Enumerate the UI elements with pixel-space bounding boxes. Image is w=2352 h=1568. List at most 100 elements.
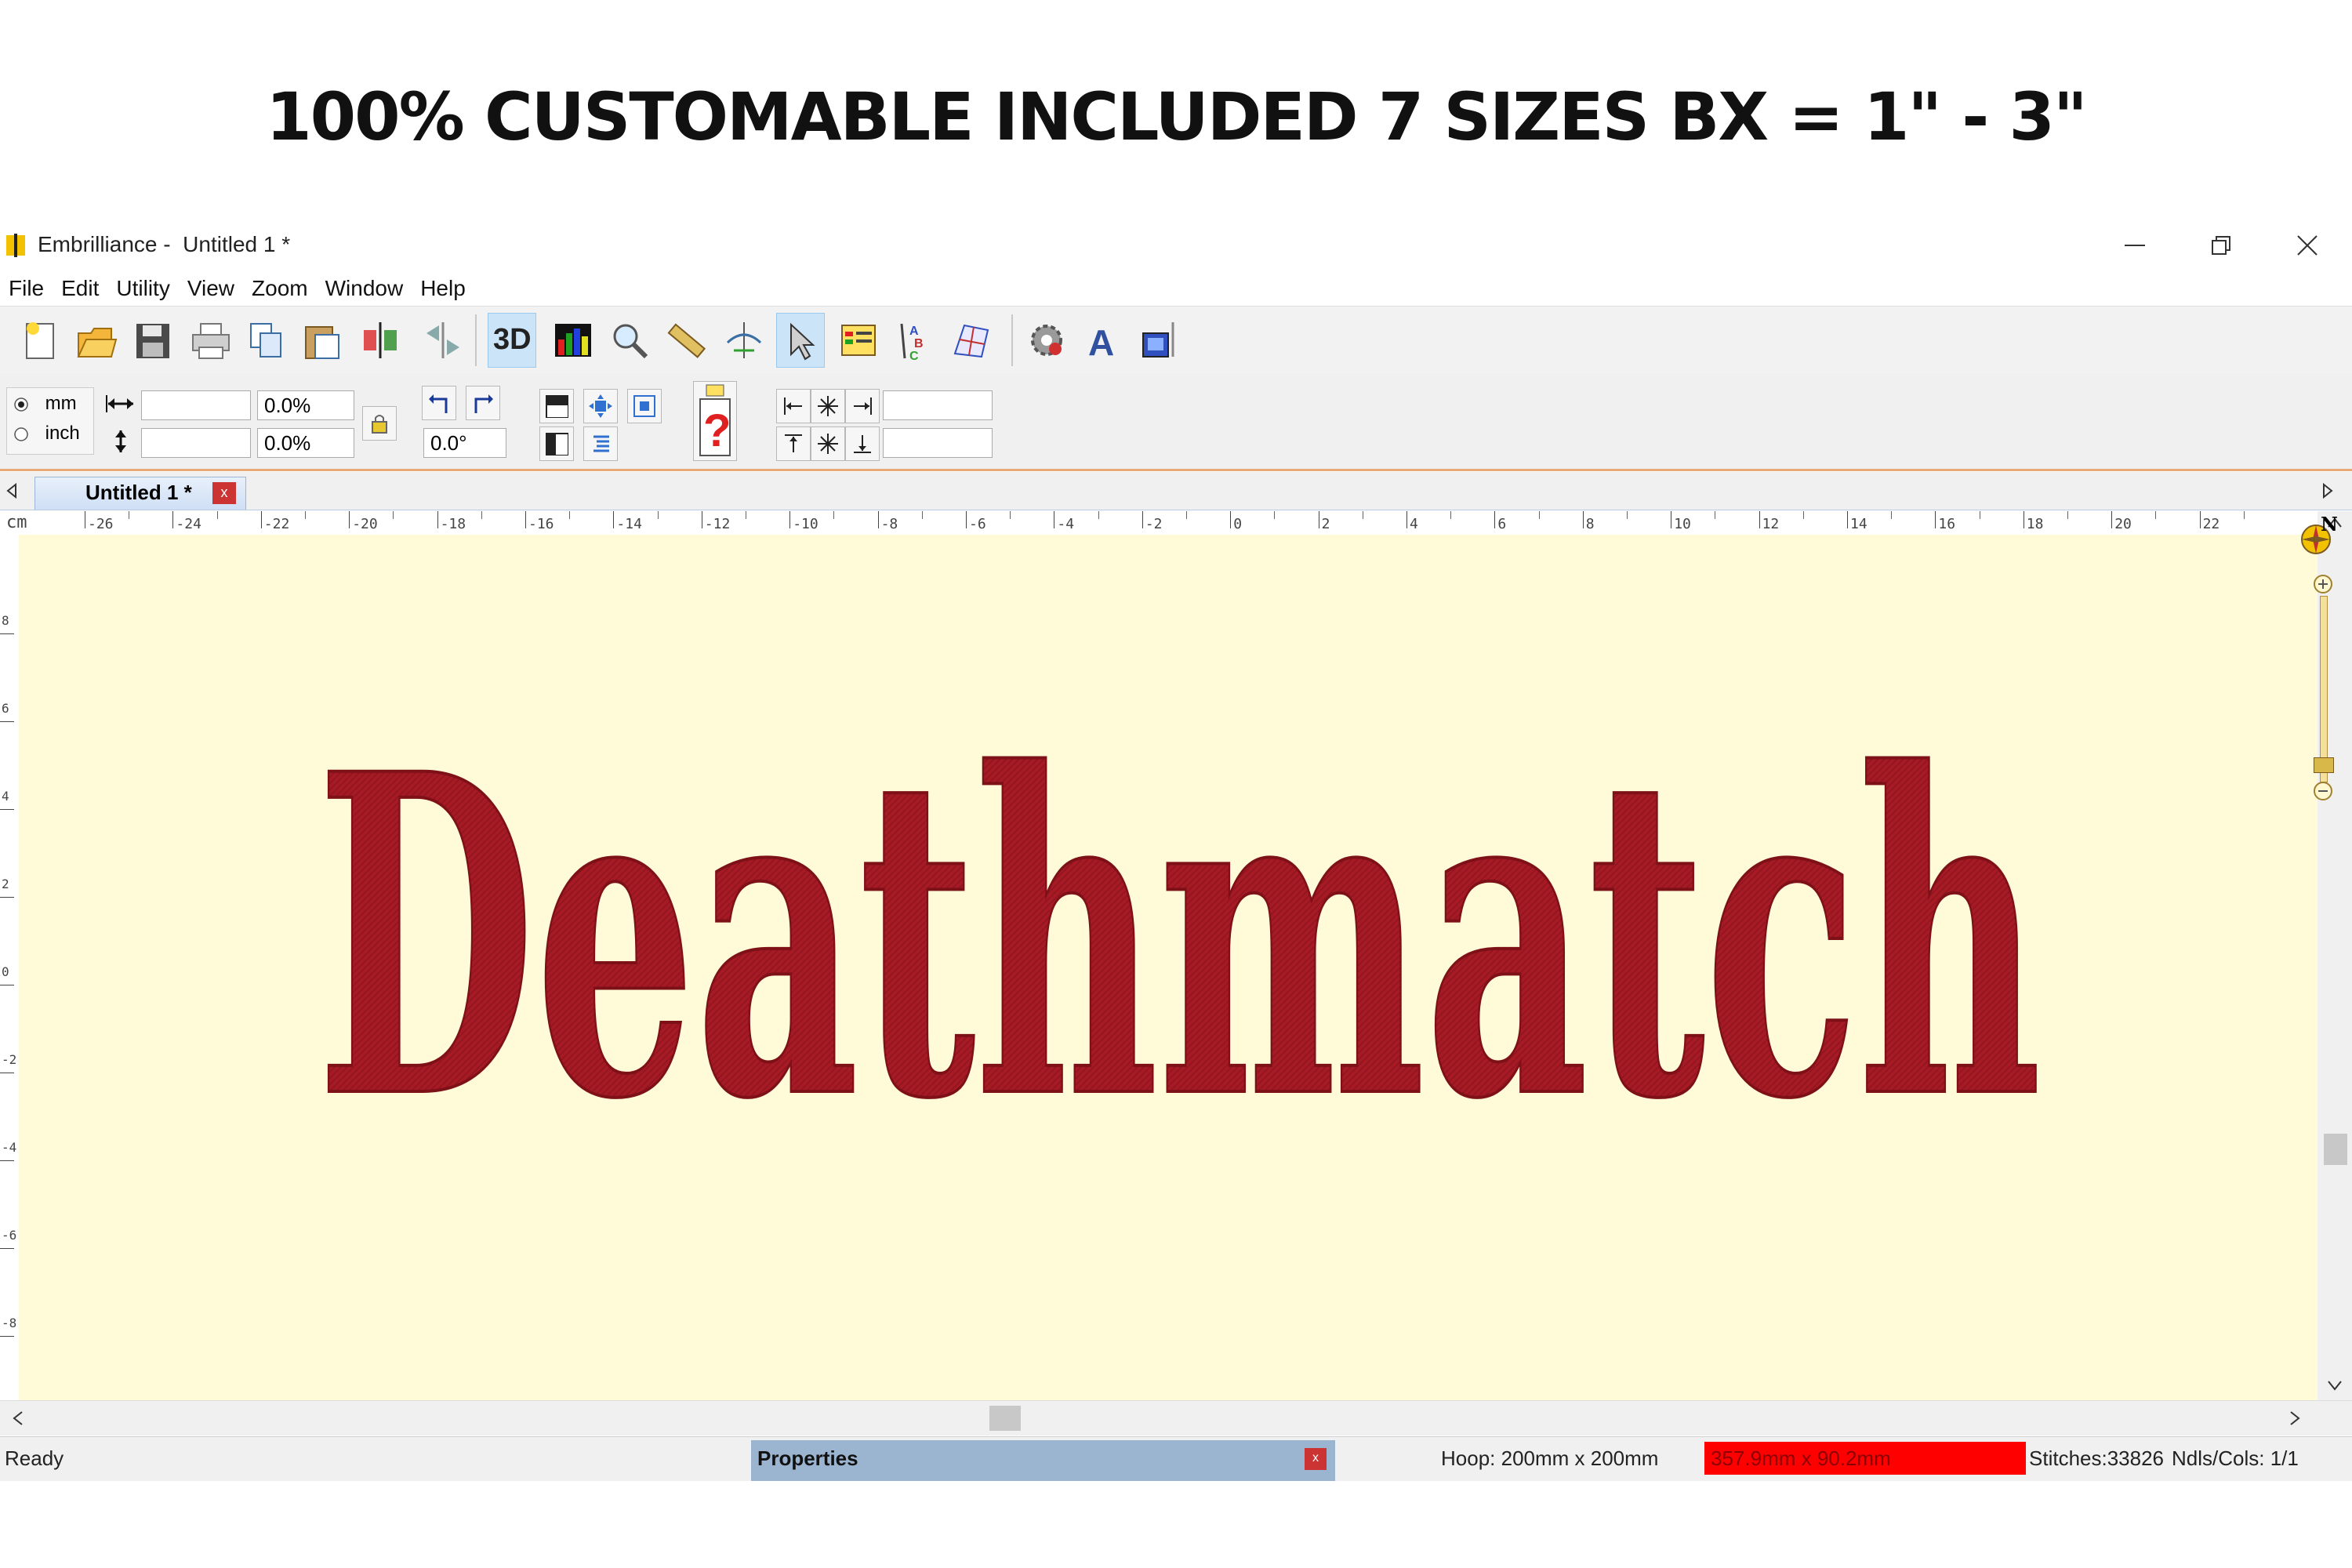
menu-zoom[interactable]: Zoom — [243, 271, 317, 306]
spacing-left-icon — [784, 397, 802, 415]
ruler-label: -12 — [704, 516, 731, 532]
horizontal-scroll-thumb[interactable] — [989, 1406, 1021, 1431]
ruler-minor-tick — [1186, 511, 1187, 519]
ruler-minor-tick — [2067, 511, 2068, 519]
properties-panel-button[interactable] — [834, 313, 883, 368]
design-canvas[interactable]: Deathmatch — [19, 535, 2318, 1400]
zoom-out-icon[interactable] — [2311, 779, 2335, 803]
tab-scroll-right-icon[interactable] — [2321, 483, 2333, 499]
measure-button[interactable] — [662, 313, 710, 368]
select-pointer-button[interactable] — [776, 313, 825, 368]
ruler-minor-tick — [1010, 511, 1011, 519]
ruler-label: -6 — [969, 516, 986, 532]
text-tool-button[interactable]: A — [1080, 313, 1129, 368]
embroidery-design[interactable]: Deathmatch — [317, 684, 2042, 1123]
spacing-up-button[interactable] — [776, 426, 811, 461]
save-button[interactable] — [129, 313, 177, 368]
minimize-button[interactable] — [2093, 216, 2180, 276]
align-left-button[interactable] — [539, 426, 574, 461]
tab-label: Untitled 1 * — [85, 481, 192, 504]
scroll-down-icon[interactable] — [2327, 1380, 2343, 1392]
main-toolbar: 3D ABC A — [0, 306, 2352, 375]
unit-mm-label: mm — [45, 393, 77, 414]
align-top-button[interactable] — [539, 389, 574, 423]
vertical-scroll-thumb[interactable] — [2324, 1134, 2347, 1165]
fit-hoop-icon — [633, 395, 655, 417]
mirror-horizontal-button[interactable] — [419, 313, 467, 368]
spacing-right-button[interactable] — [845, 389, 880, 423]
vertical-ruler-label: 6 — [2, 701, 9, 716]
unit-mm-radio[interactable]: mm — [13, 393, 77, 415]
rotate-right-button[interactable] — [466, 386, 500, 420]
settings-button[interactable] — [1022, 313, 1071, 368]
vertical-ruler-tick — [0, 633, 14, 634]
menu-view[interactable]: View — [179, 271, 243, 306]
width-input[interactable] — [141, 390, 251, 420]
ruler-minor-tick — [569, 511, 571, 519]
units-group: mm inch — [6, 387, 94, 455]
tab-close-button[interactable]: x — [212, 482, 236, 504]
mirror-vertical-button[interactable] — [356, 313, 405, 368]
fit-hoop-button[interactable] — [627, 389, 662, 423]
ruler-label: -4 — [1057, 516, 1075, 532]
spacing-down-button[interactable] — [845, 426, 880, 461]
ruler-label: 18 — [2026, 516, 2044, 532]
print-button[interactable] — [187, 313, 235, 368]
spacing-left-button[interactable] — [776, 389, 811, 423]
spacing-top-input[interactable] — [883, 390, 993, 420]
color-sort-button[interactable] — [549, 313, 597, 368]
ruler-label: -20 — [352, 516, 378, 532]
scroll-right-icon[interactable] — [2289, 1410, 2302, 1426]
paste-button[interactable] — [298, 313, 347, 368]
properties-panel-header[interactable]: Properties x — [751, 1440, 1335, 1481]
tab-untitled-1[interactable]: Untitled 1 * x — [34, 477, 246, 510]
ruler-tick — [1406, 511, 1407, 528]
rotate-left-button[interactable] — [422, 386, 456, 420]
compass-button[interactable]: N — [2294, 513, 2338, 560]
sew-simulator-button[interactable] — [1135, 313, 1184, 368]
ruler-minor-tick — [1274, 511, 1276, 519]
menu-file[interactable]: File — [0, 271, 53, 306]
spacing-bottom-input[interactable] — [883, 428, 993, 458]
scroll-left-icon[interactable] — [11, 1410, 24, 1426]
menu-edit[interactable]: Edit — [53, 271, 107, 306]
menu-help[interactable]: Help — [412, 271, 474, 306]
zoom-in-icon[interactable] — [2311, 572, 2335, 596]
spacing-center-button[interactable] — [811, 389, 845, 423]
stitch-player-button[interactable] — [720, 313, 768, 368]
spell-text-button[interactable]: ABC — [891, 313, 939, 368]
ruler-tick — [1582, 511, 1584, 528]
center-design-button[interactable] — [583, 389, 618, 423]
close-window-button[interactable] — [2266, 216, 2352, 276]
zoom-slider-thumb[interactable] — [2314, 757, 2334, 773]
menu-utility[interactable]: Utility — [107, 271, 178, 306]
spacing-middle-button[interactable] — [811, 426, 845, 461]
height-input[interactable] — [141, 428, 251, 458]
vertical-ruler-tick — [0, 1160, 14, 1161]
properties-close-button[interactable]: x — [1305, 1448, 1327, 1470]
document-tab-bar: Untitled 1 * x — [0, 472, 2352, 510]
copy-button[interactable] — [241, 313, 290, 368]
rotation-input[interactable]: 0.0° — [423, 428, 506, 458]
unit-inch-radio[interactable]: inch — [13, 423, 80, 445]
spacing-center-icon — [818, 396, 838, 416]
tab-scroll-left-icon[interactable] — [6, 483, 19, 499]
fabric-grid-button[interactable] — [947, 313, 996, 368]
width-percent-input[interactable]: 0.0% — [257, 390, 354, 420]
zoom-button[interactable] — [605, 313, 654, 368]
restore-button[interactable] — [2180, 216, 2266, 276]
open-button[interactable] — [72, 313, 121, 368]
svg-text:C: C — [909, 350, 919, 361]
zoom-slider[interactable] — [2311, 572, 2335, 808]
ruler-label: 6 — [1497, 516, 1507, 532]
list-order-button[interactable] — [583, 426, 618, 461]
horizontal-scrollbar[interactable] — [0, 1400, 2352, 1436]
3d-view-button[interactable]: 3D — [488, 313, 536, 368]
lock-ratio-button[interactable] — [362, 406, 397, 441]
height-percent-input[interactable]: 0.0% — [257, 428, 354, 458]
vertical-scrollbar[interactable]: N — [2301, 511, 2352, 1400]
new-file-button[interactable] — [17, 313, 66, 368]
help-question-button[interactable]: ? — [693, 381, 737, 461]
width-arrow-icon — [106, 395, 133, 412]
menu-window[interactable]: Window — [317, 271, 412, 306]
